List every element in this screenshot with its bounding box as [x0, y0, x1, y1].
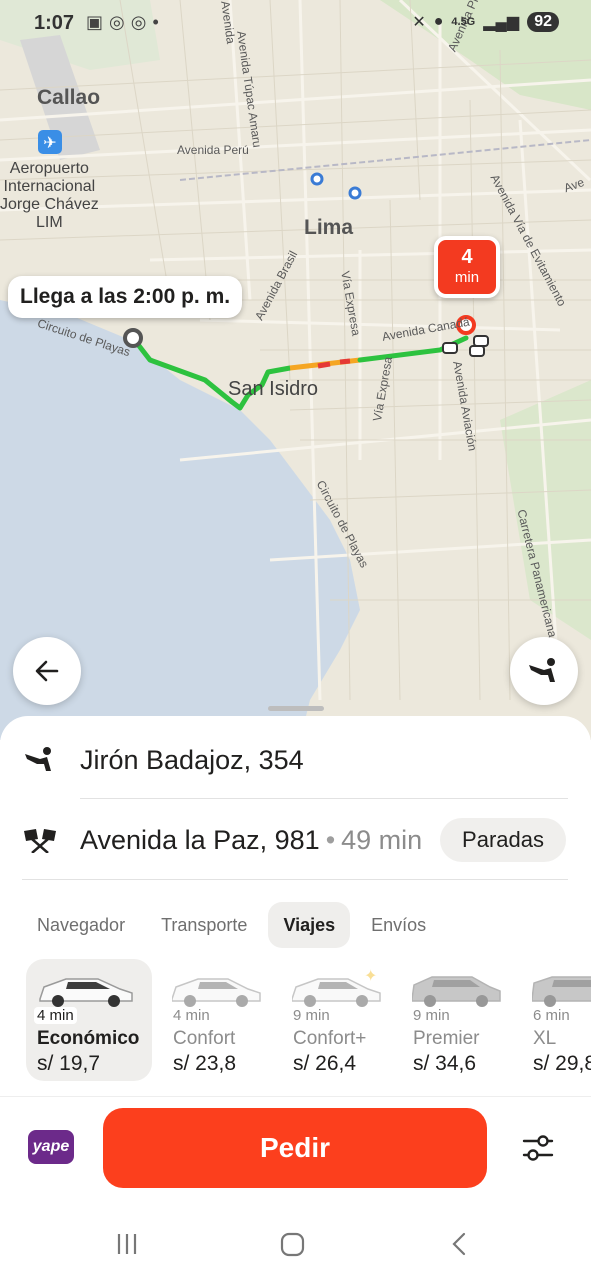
tariff-eta: 9 min: [413, 1007, 450, 1024]
back-button[interactable]: [13, 637, 81, 705]
airport-line: Aeropuerto: [9, 160, 89, 177]
service-tabs: Navegador Transporte Viajes Envíos: [22, 902, 441, 948]
network-type: 4.5G: [451, 16, 476, 28]
pickup-point-button[interactable]: [510, 637, 578, 705]
tariff-eta: 4 min: [34, 1007, 77, 1024]
system-nav-icons: [117, 1232, 466, 1257]
tariff-card-confort[interactable]: 4 min Confort s/ 23,8: [162, 959, 282, 1081]
tariff-price: s/ 26,4: [293, 1052, 357, 1075]
car-icon: [172, 978, 261, 1007]
map-label-callao: Callao: [37, 86, 101, 109]
destination-row[interactable]: Avenida la Paz, 981 • 49 min Paradas: [0, 818, 591, 862]
tariff-name: Premier: [413, 1028, 480, 1049]
checkered-flags-icon: [24, 829, 56, 853]
map-label-san-isidro: San Isidro: [228, 378, 319, 400]
eta-unit: min: [454, 269, 480, 286]
status-time: 1:07: [34, 12, 75, 34]
map-label-lima: Lima: [304, 216, 354, 239]
divider: [80, 798, 568, 799]
whatsapp-icon: ◎: [130, 12, 147, 32]
tariff-card-confort-plus[interactable]: ✦ 9 min Confort+ s/ 26,4: [282, 959, 402, 1081]
destination-address: Avenida la Paz, 981: [80, 824, 320, 855]
arrow-left-icon: [35, 660, 59, 682]
tariff-eta: 9 min: [293, 1007, 330, 1024]
map-label-street: Avenida Perú: [177, 143, 249, 157]
airport-line: LIM: [36, 214, 63, 231]
person-waving-icon: [25, 747, 51, 771]
car-icon: [532, 976, 591, 1007]
pickup-row[interactable]: Jirón Badajoz, 354: [0, 738, 591, 782]
tariff-eta: 4 min: [173, 1007, 210, 1024]
tariff-card-premier[interactable]: 9 min Premier s/ 34,6: [402, 959, 522, 1081]
order-button[interactable]: Pedir: [103, 1108, 487, 1188]
tariff-name: Confort+: [293, 1028, 367, 1049]
tariff-name: Económico: [37, 1028, 140, 1049]
trip-duration: 49 min: [341, 824, 423, 855]
tariff-eta: 6 min: [533, 1007, 570, 1024]
notification-icons: ▣ ◎ ◎ •: [86, 12, 159, 33]
recents-icon: [117, 1234, 137, 1254]
divider: [22, 879, 568, 880]
airport-line: Jorge Chávez: [0, 196, 99, 213]
tab-transporte[interactable]: Transporte: [146, 902, 262, 948]
back-nav-icon: [452, 1232, 466, 1256]
battery-level: 92: [527, 12, 559, 32]
car-icon: ✦: [292, 969, 381, 1007]
tariff-carousel[interactable]: 4 min Económico s/ 19,7 4 min Confort s/…: [26, 959, 591, 1081]
sheet-handle[interactable]: [268, 706, 324, 711]
svg-text:✈: ✈: [43, 133, 56, 152]
trip-options-button[interactable]: [520, 1130, 556, 1171]
map[interactable]: ✈ Callao Aeropuerto Internacional Jorge …: [0, 0, 591, 740]
person-waving-icon: [529, 658, 555, 682]
tariff-price: s/ 34,6: [413, 1052, 477, 1075]
pickup-address: Jirón Badajoz, 354: [80, 744, 304, 775]
mute-icon: ✕: [412, 14, 426, 31]
stops-button[interactable]: Paradas: [440, 818, 566, 862]
payment-method-button[interactable]: yape: [28, 1130, 74, 1164]
tariff-name: Confort: [173, 1028, 236, 1049]
map-label-airport: Aeropuerto Internacional Jorge Chávez LI…: [0, 160, 99, 232]
tariff-price: s/ 23,8: [173, 1052, 237, 1075]
signal-icon: ▂▄▆: [483, 14, 520, 31]
tab-navegador[interactable]: Navegador: [22, 902, 140, 948]
tariff-price: s/ 29,8: [533, 1052, 591, 1075]
location-icon: ●: [433, 13, 444, 30]
svg-text:✦: ✦: [364, 969, 377, 985]
system-nav-bar: [0, 1210, 591, 1280]
sliders-icon: [522, 1135, 554, 1161]
map-background: ✈: [0, 0, 591, 740]
tab-viajes[interactable]: Viajes: [268, 902, 351, 948]
arrival-time-bubble: Llega a las 2:00 p. m.: [8, 276, 243, 318]
home-icon: [280, 1232, 305, 1257]
status-bar: 1:07 ▣ ◎ ◎ • ✕ ● 4.5G ▂▄▆ 92: [0, 0, 591, 46]
dot-icon: •: [152, 12, 159, 32]
tariff-card-xl[interactable]: 6 min XL s/ 29,8: [522, 959, 591, 1081]
car-icon: [39, 978, 133, 1007]
car-icon: [412, 976, 501, 1007]
whatsapp-icon: ◎: [109, 12, 125, 32]
pickup-eta-pin: 4 min: [434, 236, 500, 298]
tab-envios[interactable]: Envíos: [356, 902, 441, 948]
tariff-card-economico[interactable]: 4 min Económico s/ 19,7: [26, 959, 152, 1081]
status-right: ✕ ● 4.5G ▂▄▆ 92: [412, 12, 559, 32]
airport-line: Internacional: [3, 178, 96, 195]
gallery-icon: ▣: [86, 12, 104, 32]
tariff-price: s/ 19,7: [37, 1052, 101, 1075]
eta-value: 4: [461, 246, 473, 268]
separator: •: [325, 824, 336, 855]
tariff-name: XL: [533, 1028, 557, 1049]
